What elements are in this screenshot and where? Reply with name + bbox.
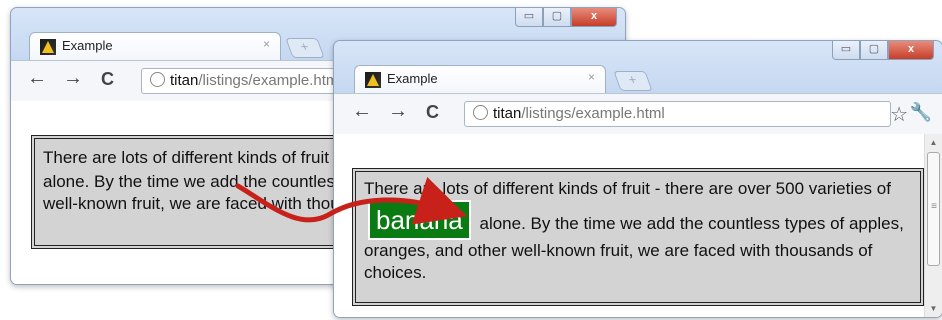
tab-title: Example	[387, 71, 438, 86]
new-tab-button[interactable]: +	[285, 38, 325, 58]
back-arrow-icon[interactable]: ←	[27, 67, 47, 90]
page-content: There are lots of different kinds of fru…	[334, 134, 942, 317]
paragraph-text-before: There are lots of different kinds of fru…	[364, 179, 891, 198]
grip-icon: ≡	[931, 201, 937, 212]
browser-window-after: Example × + ▭ ▢ x ← → C titan/listings/e…	[333, 40, 942, 318]
title-bar: Example × + ▭ ▢ x	[334, 41, 942, 101]
address-bar[interactable]: titan/listings/example.html	[464, 101, 891, 127]
close-window-button[interactable]: x	[571, 8, 617, 27]
reload-icon[interactable]: C	[101, 69, 114, 90]
close-window-button[interactable]: x	[888, 41, 934, 60]
url-path: /listings/example.html	[521, 105, 665, 122]
forward-arrow-icon[interactable]: →	[388, 100, 408, 123]
tab-example[interactable]: Example ×	[354, 65, 606, 94]
wrench-menu-icon[interactable]: 🔧	[910, 102, 932, 123]
reload-icon[interactable]: C	[426, 102, 439, 123]
globe-icon	[150, 72, 165, 87]
fruit-paragraph: There are lots of different kinds of fru…	[352, 168, 924, 306]
window-controls: ▭ ▢ x	[832, 41, 934, 61]
toolbar: ← → C titan/listings/example.html ☆ 🔧	[334, 93, 942, 135]
favicon-icon	[365, 72, 381, 88]
new-tab-button[interactable]: +	[613, 71, 653, 91]
url-host: titan	[170, 72, 199, 89]
tab-title: Example	[62, 38, 113, 53]
globe-icon	[473, 105, 488, 120]
vertical-scrollbar[interactable]: ▲ ≡ ▼	[924, 134, 942, 317]
maximize-button[interactable]: ▢	[860, 41, 888, 60]
back-arrow-icon[interactable]: ←	[352, 100, 372, 123]
scroll-up-icon[interactable]: ▲	[925, 138, 942, 147]
tab-close-icon[interactable]: ×	[588, 70, 595, 84]
window-controls: ▭ ▢ x	[515, 8, 617, 28]
scroll-thumb[interactable]: ≡	[927, 152, 940, 266]
favicon-icon	[40, 39, 56, 55]
highlighted-word: banana	[368, 200, 471, 240]
url-path: /listings/example.html	[198, 72, 342, 89]
maximize-button[interactable]: ▢	[543, 8, 571, 27]
scroll-down-icon[interactable]: ▼	[925, 304, 942, 313]
bookmark-star-icon[interactable]: ☆	[890, 102, 908, 127]
tab-close-icon[interactable]: ×	[263, 37, 270, 51]
forward-arrow-icon[interactable]: →	[63, 67, 83, 90]
url-host: titan	[493, 105, 522, 122]
minimize-button[interactable]: ▭	[515, 8, 543, 27]
minimize-button[interactable]: ▭	[832, 41, 860, 60]
tab-example[interactable]: Example ×	[29, 32, 281, 61]
